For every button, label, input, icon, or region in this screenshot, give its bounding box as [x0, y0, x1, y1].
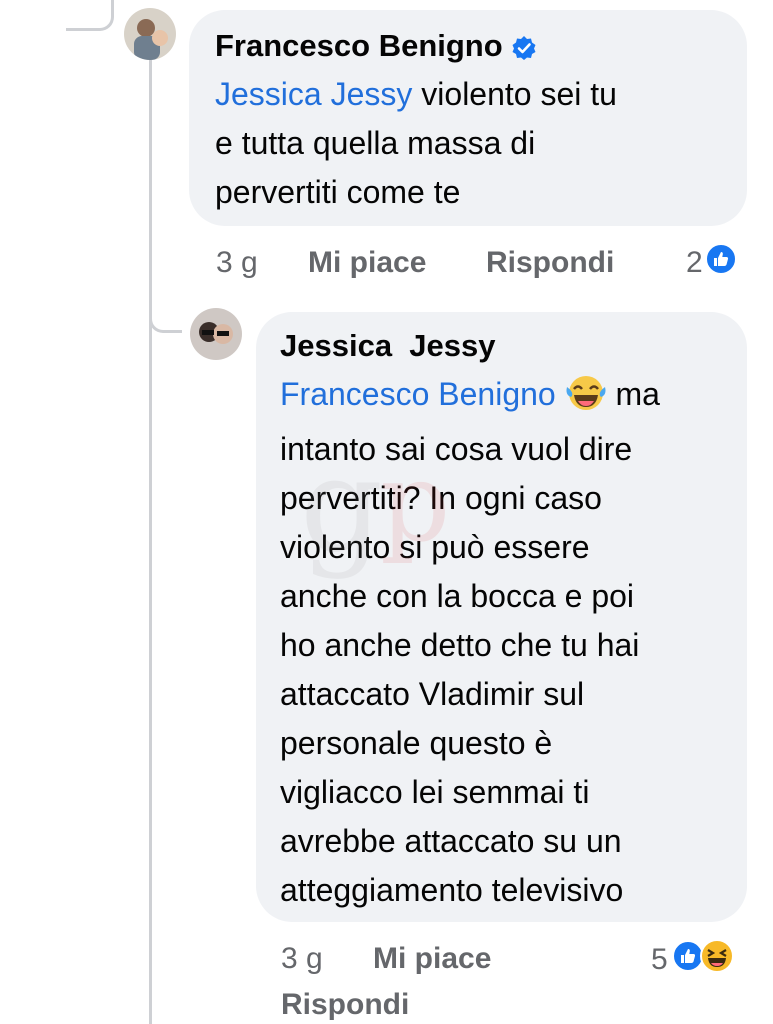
reaction-summary[interactable]: 5 — [651, 939, 734, 981]
reaction-summary[interactable]: 2 — [686, 243, 737, 283]
thread-line — [149, 50, 152, 1024]
mention-link[interactable]: Francesco Benigno — [280, 376, 556, 412]
reply-button[interactable]: Rispondi — [281, 988, 409, 1022]
like-icon — [704, 243, 737, 283]
avatar[interactable] — [190, 308, 242, 360]
svg-text:p: p — [380, 440, 450, 566]
reply-button[interactable]: Rispondi — [486, 246, 614, 280]
avatar[interactable] — [124, 8, 176, 60]
like-button[interactable]: Mi piace — [308, 246, 426, 280]
author-name[interactable]: Jessica Jessy — [280, 328, 496, 364]
reaction-count: 5 — [651, 943, 668, 976]
comment-text-line: personale questo è — [280, 725, 553, 761]
comment-time[interactable]: 3 g — [281, 942, 323, 976]
comment-text-line: violento sei tu — [412, 76, 617, 112]
watermark-logo: g p — [300, 429, 470, 600]
comment-actions: 3 g Mi piace Rispondi — [216, 246, 636, 282]
comment-actions: 3 g Mi piace Rispondi — [281, 942, 581, 1024]
comment-text-line: avrebbe attaccato su un — [280, 823, 622, 859]
comment-text-line: ma — [606, 376, 660, 412]
verified-badge-icon — [511, 33, 537, 60]
comment-text-line: ho anche detto che tu hai — [280, 627, 640, 663]
haha-icon — [699, 939, 734, 981]
comment-text-line: vigliacco lei semmai ti — [280, 774, 590, 810]
comment-text-line: attaccato Vladimir sul — [280, 676, 585, 712]
comment-text-line: atteggiamento televisivo — [280, 872, 624, 908]
comment-text-line: e tutta quella massa di — [215, 125, 536, 161]
laughing-tears-emoji — [565, 375, 607, 425]
mention-link[interactable]: Jessica Jessy — [215, 76, 412, 112]
comment-text-line: pervertiti come te — [215, 174, 461, 210]
reaction-count: 2 — [686, 246, 703, 279]
comment-time[interactable]: 3 g — [216, 246, 258, 280]
comment-text: Jessica Jessy violento sei tu e tutta qu… — [215, 70, 721, 217]
thread-connector — [149, 280, 182, 333]
thread-connector — [66, 0, 114, 31]
comment-author: Francesco Benigno — [215, 28, 721, 64]
comment-author: Jessica Jessy — [280, 328, 723, 364]
author-name[interactable]: Francesco Benigno — [215, 28, 503, 64]
comment-bubble: Jessica Jessy Francesco Benigno ma intan… — [256, 312, 747, 922]
comment-bubble: Francesco Benigno Jessica Jessy violento… — [189, 10, 747, 226]
like-button[interactable]: Mi piace — [373, 942, 491, 976]
svg-text:g: g — [300, 440, 383, 581]
